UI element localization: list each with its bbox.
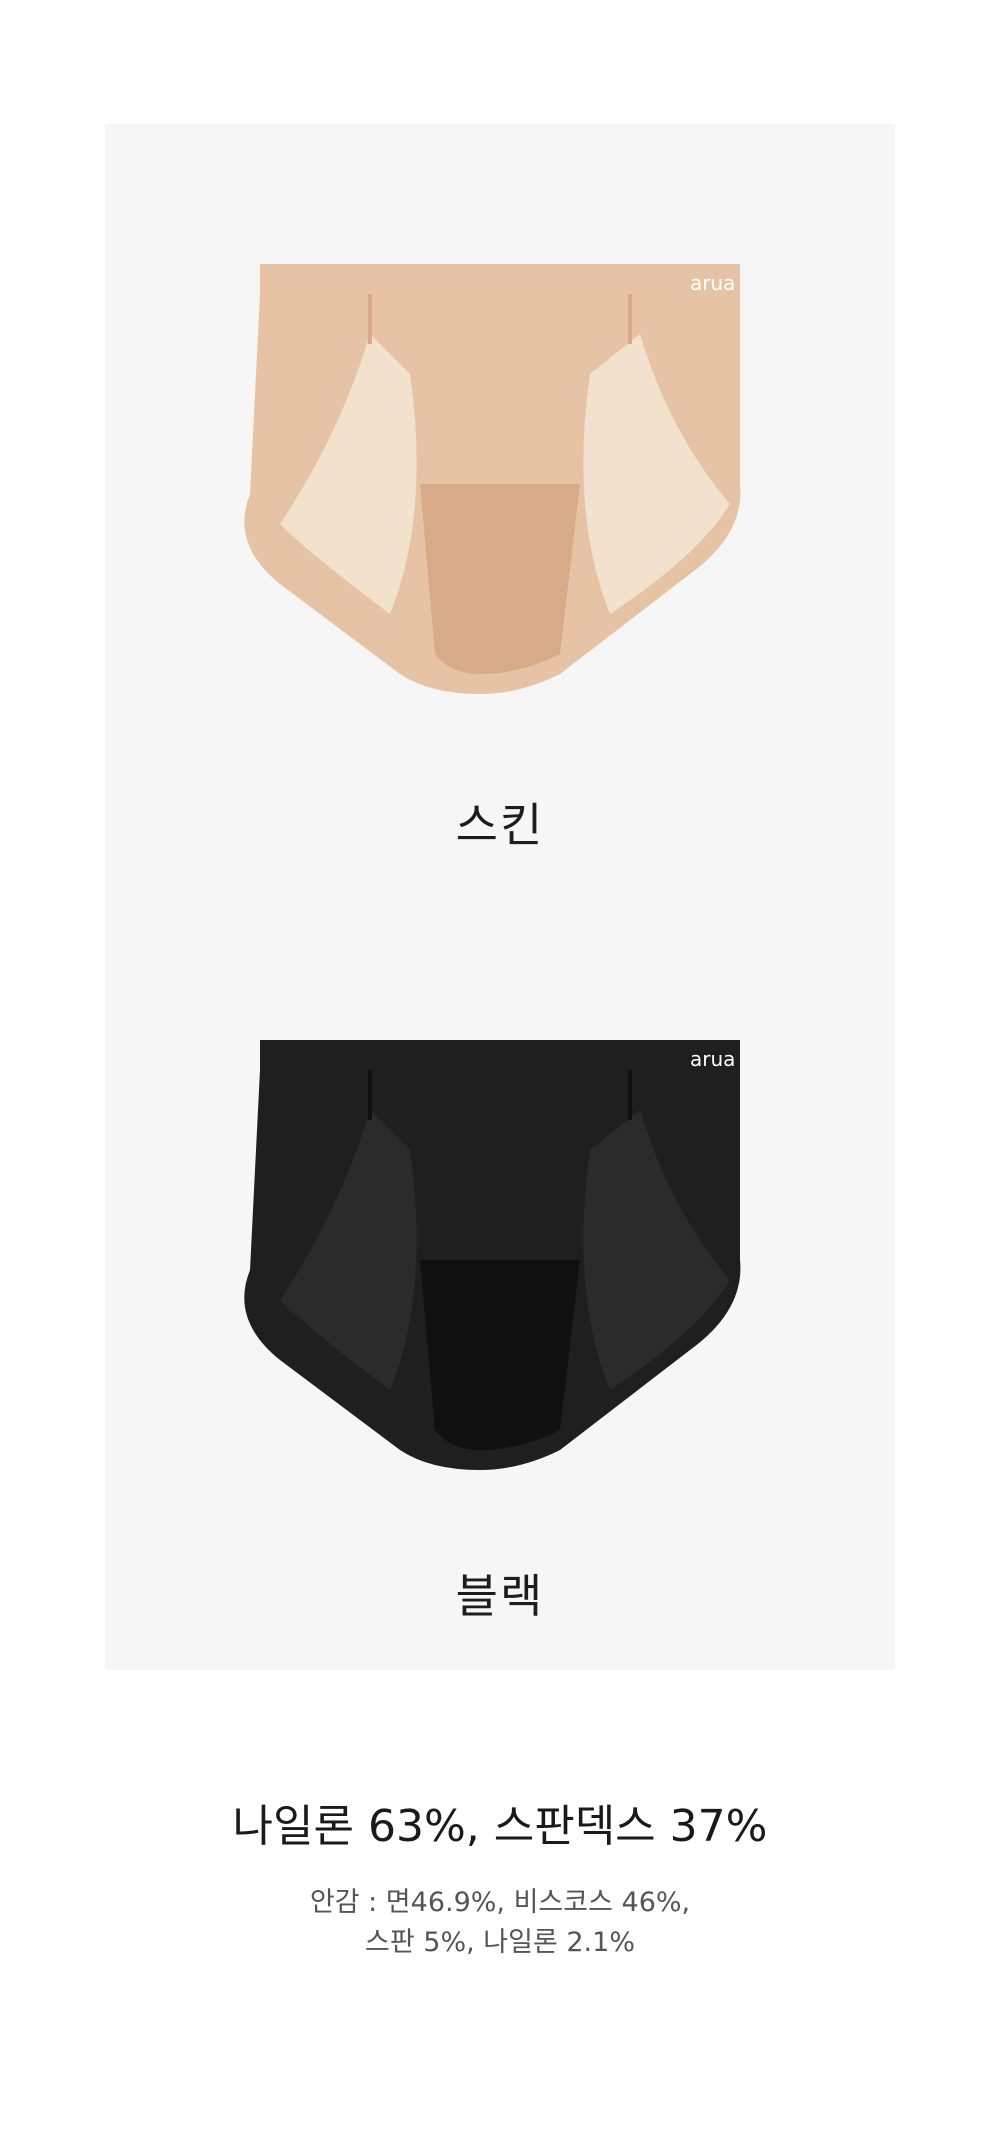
waistband: [260, 264, 740, 294]
logo-text-black: arua: [690, 1047, 735, 1071]
product-image-black: arua: [105, 1030, 895, 1490]
product-panel-skin: arua 스킨: [105, 124, 895, 902]
product-image-skin: arua: [105, 254, 895, 714]
logo-text-skin: arua: [690, 271, 735, 295]
material-main: 나일론 63%, 스판덱스 37%: [232, 1801, 768, 1852]
briefs-illustration-skin: arua: [244, 264, 741, 694]
center-gusset: [420, 1260, 580, 1450]
product-panel-black: arua 블랙: [105, 902, 895, 1670]
color-label-black: 블랙: [455, 1569, 545, 1623]
waistband: [260, 1040, 740, 1070]
center-gusset: [420, 484, 580, 674]
briefs-illustration-black: arua: [244, 1040, 741, 1470]
color-label-skin: 스킨: [455, 798, 545, 852]
lining-material-line2: 스판 5%, 나일론 2.1%: [365, 1927, 635, 1958]
lining-material-line1: 안감 : 면46.9%, 비스코스 46%,: [309, 1887, 691, 1918]
